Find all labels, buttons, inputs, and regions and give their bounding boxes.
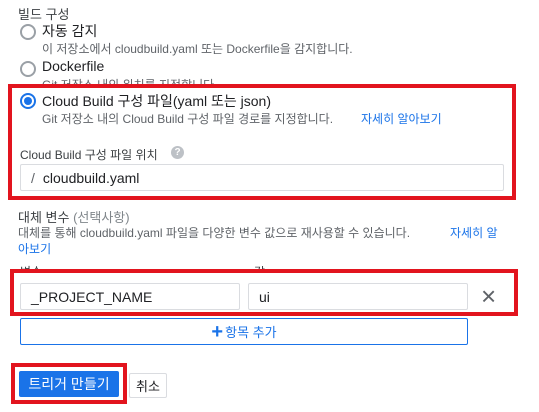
config-location-label: Cloud Build 구성 파일 위치 <box>20 148 158 162</box>
radio-cloud-build-config[interactable] <box>20 93 36 109</box>
radio-dockerfile[interactable] <box>20 61 36 77</box>
option-dockerfile-label: Dockerfile <box>42 58 105 74</box>
learn-more-link[interactable]: 자세히 알아보기 <box>361 110 442 127</box>
variable-value-input[interactable]: ui <box>248 283 468 310</box>
add-item-button[interactable]: + 항목 추가 <box>20 318 468 345</box>
variable-value-value: ui <box>259 288 270 305</box>
path-prefix: / <box>31 169 35 186</box>
substitutions-optional: (선택사항) <box>73 210 130 225</box>
remove-row-close-icon[interactable]: × <box>481 283 496 309</box>
option-cloud-build-desc: Git 저장소 내의 Cloud Build 구성 파일 경로를 지정합니다. <box>42 112 334 126</box>
config-location-input[interactable]: / cloudbuild.yaml <box>20 164 504 191</box>
option-cloud-build-label: Cloud Build 구성 파일(yaml 또는 json) <box>42 93 272 109</box>
substitutions-title-text: 대체 변수 <box>18 210 70 225</box>
variable-name-input[interactable]: _PROJECT_NAME <box>20 283 240 310</box>
add-item-label: 항목 추가 <box>225 325 277 340</box>
option-auto-detect-desc: 이 저장소에서 cloudbuild.yaml 또는 Dockerfile을 감… <box>42 42 353 56</box>
plus-icon: + <box>211 320 224 343</box>
variable-name-value: _PROJECT_NAME <box>31 288 153 305</box>
create-trigger-button[interactable]: 트리거 만들기 <box>19 371 119 397</box>
config-location-value: cloudbuild.yaml <box>42 169 140 186</box>
substitutions-learn-more-link-1[interactable]: 자세히 알 <box>450 224 498 241</box>
substitutions-learn-more-link-2[interactable]: 아보기 <box>18 240 51 257</box>
radio-auto-detect[interactable] <box>20 24 36 40</box>
substitutions-desc: 대체를 통해 cloudbuild.yaml 파일을 다양한 변수 값으로 재사… <box>18 226 411 240</box>
option-auto-detect-label: 자동 감지 <box>42 23 98 39</box>
help-icon[interactable]: ? <box>171 146 184 159</box>
cancel-button[interactable]: 취소 <box>129 373 167 398</box>
